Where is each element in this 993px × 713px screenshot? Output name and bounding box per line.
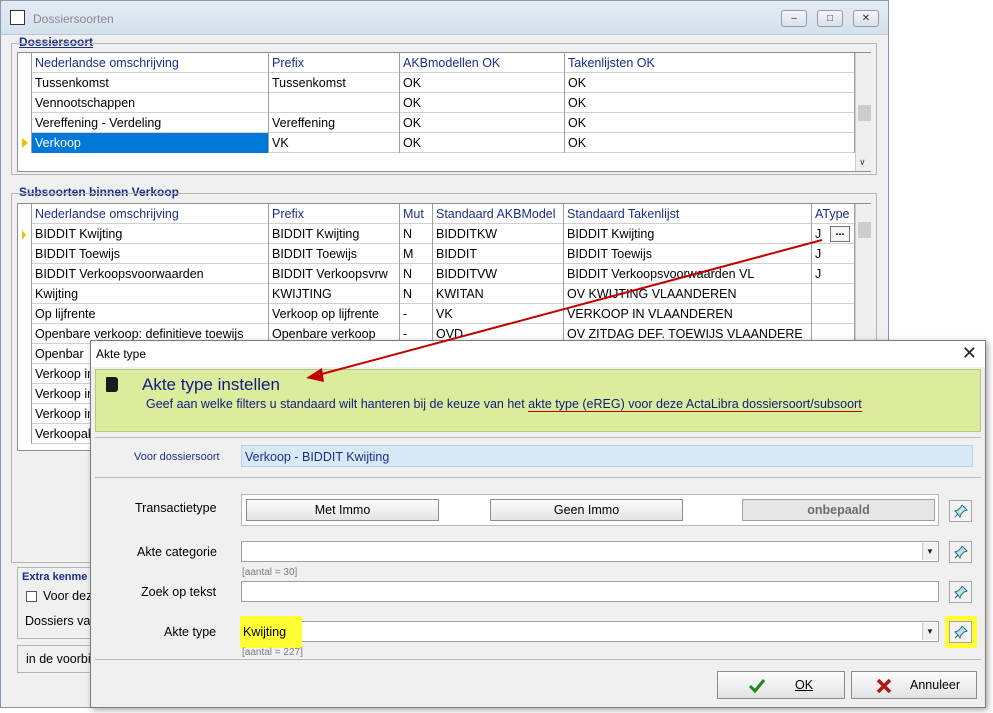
annotation-arrow bbox=[306, 239, 823, 382]
annotation-arrowhead bbox=[306, 368, 324, 382]
annotation-arrow-line bbox=[317, 239, 823, 376]
